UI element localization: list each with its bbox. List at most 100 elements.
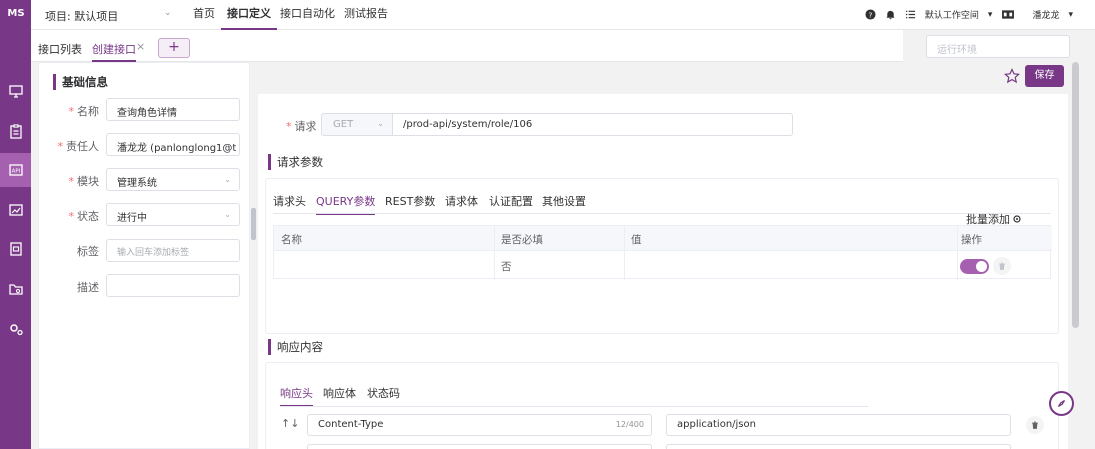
api-editor: * 请求 GET ⌄ /prod-api/system/role/106 请求参数 … (258, 94, 1068, 449)
tab-bar: 接口列表 创建接口 × + (31, 30, 903, 62)
language-icon[interactable] (1001, 9, 1015, 20)
gears-icon (9, 324, 23, 336)
chevron-down-icon: ⌄ (224, 175, 231, 184)
tab-rest-params[interactable]: REST参数 (385, 193, 435, 209)
column-header-value: 值 (631, 234, 642, 246)
sidebar-item-report[interactable] (0, 232, 31, 266)
header-actions: ? 默认工作空间 ▾ 潘龙龙 ▾ (865, 8, 1073, 21)
char-count: 12/400 (615, 420, 644, 429)
field-label-status: * 状态 (68, 210, 100, 223)
delete-row-button[interactable] (993, 257, 1011, 275)
chevron-down-icon[interactable]: ▾ (988, 10, 993, 20)
url-input[interactable]: /prod-api/system/role/106 (393, 113, 793, 136)
tab-divider (273, 213, 1051, 214)
folder-icon (8, 284, 23, 295)
close-icon[interactable]: × (136, 40, 145, 53)
project-selector[interactable]: 项目: 默认项目 (45, 8, 118, 24)
help-icon[interactable]: ? (865, 9, 876, 20)
api-icon: API (8, 164, 23, 176)
app-logo: MS (7, 8, 25, 19)
monitor-icon (8, 85, 23, 98)
basic-info-panel: 基础信息 * 名称 查询角色详情 * 责任人 潘龙龙 (panlonglong1@t… (38, 62, 250, 449)
field-label-owner: * 责任人 (57, 140, 100, 153)
chevron-down-icon[interactable]: ▾ (1068, 10, 1073, 20)
query-params-table: 名称 是否必填 值 操作 否 (273, 225, 1052, 280)
top-header: 项目: 默认项目 ⌄ 首页 接口定义 接口自动化 测试报告 ? 默认工作空间 ▾… (31, 0, 1095, 30)
trash-icon (999, 262, 1005, 270)
left-sidebar: MS API (0, 0, 31, 449)
nav-api-definition[interactable]: 接口定义 (221, 0, 277, 30)
basic-info-title: 基础信息 (53, 74, 108, 90)
request-params-title: 请求参数 (268, 154, 323, 170)
chart-window-icon (8, 204, 23, 216)
name-input[interactable]: 查询角色详情 (106, 98, 240, 121)
svg-text:API: API (11, 169, 20, 175)
status-select[interactable]: 进行中 ⌄ (106, 203, 240, 226)
tab-request-headers[interactable]: 请求头 (273, 193, 306, 209)
chevron-down-icon: ⌄ (224, 210, 231, 219)
chevron-down-icon: ⌄ (377, 119, 384, 128)
trash-icon (1032, 421, 1038, 429)
header-value-input[interactable]: application/json (666, 414, 1011, 436)
add-tab-button[interactable]: + (158, 38, 190, 58)
tags-input[interactable]: 输入回车添加标签 (106, 239, 240, 262)
gear-icon (1013, 215, 1021, 223)
compass-button[interactable] (1049, 391, 1074, 416)
sort-handle-icon[interactable]: ↑↓ (281, 417, 299, 430)
environment-select[interactable]: 运行环境 (926, 35, 1070, 58)
workspace-selector[interactable]: 默认工作空间 (925, 8, 979, 21)
header-value-input-next[interactable] (666, 444, 1011, 449)
report-icon (9, 242, 22, 256)
tab-query-params[interactable]: QUERY参数 (316, 193, 376, 215)
save-button[interactable]: 保存 (1025, 65, 1064, 87)
panel-resize-handle[interactable] (251, 208, 256, 240)
bell-icon[interactable] (885, 9, 896, 20)
response-content-title: 响应内容 (268, 339, 323, 355)
table-header (274, 226, 1052, 251)
chevron-down-icon[interactable]: ⌄ (164, 8, 172, 18)
response-panel: 响应头 响应体 状态码 ↑↓ Content-Type 12/400 applic… (265, 362, 1059, 449)
main-scrollbar[interactable] (1072, 62, 1079, 328)
tab-response-headers[interactable]: 响应头 (280, 385, 313, 407)
user-menu[interactable]: 潘龙龙 (1032, 8, 1059, 21)
field-label-module: * 模块 (68, 175, 100, 188)
header-key-input-next[interactable] (307, 444, 652, 449)
star-icon[interactable] (1004, 68, 1020, 84)
enable-toggle[interactable] (960, 259, 989, 274)
delete-header-button[interactable] (1026, 416, 1044, 434)
svg-text:?: ? (868, 10, 872, 19)
sidebar-item-workbench[interactable] (0, 74, 31, 108)
field-label-name: * 名称 (68, 105, 100, 118)
sidebar-item-api[interactable]: API (0, 153, 31, 187)
tab-create-api[interactable]: 创建接口 (92, 41, 136, 62)
field-label-tags: 标签 (77, 245, 99, 258)
column-header-required: 是否必填 (501, 234, 543, 246)
tab-divider (280, 406, 868, 407)
nav-api-automation[interactable]: 接口自动化 (280, 0, 335, 30)
sidebar-item-track[interactable] (0, 114, 31, 148)
request-label: * 请求 (286, 120, 317, 133)
sidebar-item-settings[interactable] (0, 312, 31, 346)
environment-placeholder: 运行环境 (937, 45, 977, 56)
tab-status-code[interactable]: 状态码 (367, 385, 400, 401)
method-select[interactable]: GET ⌄ (321, 113, 393, 136)
owner-select[interactable]: 潘龙龙 (panlonglong1@t ⌄ (106, 133, 240, 156)
tab-request-body[interactable]: 请求体 (445, 193, 478, 209)
task-list-icon[interactable] (905, 9, 916, 20)
column-header-actions: 操作 (961, 234, 982, 246)
tab-other-settings[interactable]: 其他设置 (542, 193, 586, 209)
compass-icon (1057, 399, 1066, 408)
tab-auth-config[interactable]: 认证配置 (489, 193, 533, 209)
param-required-cell[interactable]: 否 (501, 259, 512, 274)
nav-home[interactable]: 首页 (193, 0, 215, 30)
tab-response-body[interactable]: 响应体 (323, 385, 356, 401)
sidebar-item-performance[interactable] (0, 193, 31, 227)
header-key-input[interactable]: Content-Type 12/400 (307, 414, 652, 436)
column-header-name: 名称 (281, 234, 302, 246)
module-select[interactable]: 管理系统 ⌄ (106, 168, 240, 191)
tab-api-list[interactable]: 接口列表 (38, 41, 82, 57)
chevron-down-icon: ⌄ (224, 140, 231, 149)
sidebar-item-project[interactable] (0, 272, 31, 306)
nav-test-report[interactable]: 测试报告 (344, 0, 388, 30)
description-textarea[interactable] (106, 274, 240, 297)
